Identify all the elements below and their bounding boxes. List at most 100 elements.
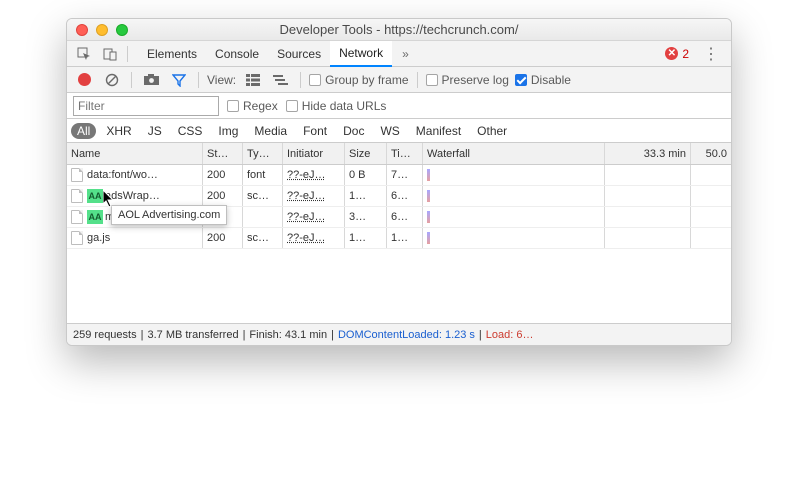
disable-cache-label: Disable	[531, 73, 571, 87]
cell-waterfall	[423, 207, 605, 227]
file-icon	[71, 168, 83, 182]
separator	[417, 72, 418, 88]
error-icon: ✕	[665, 47, 678, 60]
table-row[interactable]: ga.js 200 sc… ??-eJ… 1… 1…	[67, 228, 731, 249]
regex-label: Regex	[243, 99, 278, 113]
cell-initiator[interactable]: ??-eJ…	[287, 169, 326, 181]
table-row[interactable]: AA adsWrap… 200 sc… ??-eJ… 1… 6…	[67, 186, 731, 207]
settings-menu-button[interactable]: ⋮	[697, 44, 725, 64]
overview-icon[interactable]	[270, 69, 292, 91]
col-name[interactable]: Name	[67, 143, 203, 164]
type-xhr[interactable]: XHR	[100, 123, 137, 139]
tabs-overflow-button[interactable]: »	[396, 47, 415, 61]
type-other[interactable]: Other	[471, 123, 513, 139]
file-icon	[71, 189, 83, 203]
record-icon	[78, 73, 91, 86]
record-button[interactable]	[73, 69, 95, 91]
col-waterfall-px: 50.0	[691, 143, 731, 164]
col-type[interactable]: Ty…	[243, 143, 283, 164]
separator	[300, 72, 301, 88]
tab-console[interactable]: Console	[206, 41, 268, 67]
table-row[interactable]: data:font/wo… 200 font ??-eJ… 0 B 7…	[67, 165, 731, 186]
cell-waterfall	[423, 186, 605, 206]
type-doc[interactable]: Doc	[337, 123, 370, 139]
cell-status: 200	[203, 228, 243, 248]
col-time[interactable]: Ti…	[387, 143, 423, 164]
cell-initiator[interactable]: ??-eJ…	[287, 232, 326, 244]
col-waterfall-time: 33.3 min	[605, 143, 691, 164]
close-window-button[interactable]	[76, 24, 88, 36]
type-all[interactable]: All	[71, 123, 96, 139]
table-row[interactable]: AA m ??-eJ… 3… 6… AOL Advertising.com	[67, 207, 731, 228]
extension-badge-icon: AA	[87, 189, 103, 203]
cell-size: 3…	[345, 207, 387, 227]
cell-size: 0 B	[345, 165, 387, 185]
window-controls	[67, 24, 128, 36]
cell-type: sc…	[243, 228, 283, 248]
large-rows-icon[interactable]	[242, 69, 264, 91]
tab-sources[interactable]: Sources	[268, 41, 330, 67]
col-initiator[interactable]: Initiator	[283, 143, 345, 164]
hide-data-urls-label: Hide data URLs	[302, 99, 387, 113]
cell-time: 7…	[387, 165, 423, 185]
cell-size: 1…	[345, 186, 387, 206]
type-img[interactable]: Img	[212, 123, 244, 139]
type-font[interactable]: Font	[297, 123, 333, 139]
preserve-log-checkbox[interactable]: Preserve log	[426, 73, 509, 87]
filter-toggle-icon[interactable]	[168, 69, 190, 91]
filter-bar: Regex Hide data URLs	[67, 93, 731, 119]
file-icon	[71, 231, 83, 245]
mouse-cursor-icon	[103, 190, 115, 208]
cell-initiator[interactable]: ??-eJ…	[287, 211, 326, 223]
type-media[interactable]: Media	[248, 123, 293, 139]
status-transferred: 3.7 MB transferred	[147, 329, 238, 341]
cell-time: 6…	[387, 186, 423, 206]
cell-initiator[interactable]: ??-eJ…	[287, 190, 326, 202]
error-count-badge[interactable]: ✕ 2	[661, 47, 693, 61]
separator	[127, 46, 128, 62]
extension-badge-icon: AA	[87, 210, 103, 224]
cell-status: 200	[203, 165, 243, 185]
type-manifest[interactable]: Manifest	[410, 123, 467, 139]
cell-type: font	[243, 165, 283, 185]
status-domcontentloaded: DOMContentLoaded: 1.23 s	[338, 329, 475, 341]
zoom-window-button[interactable]	[116, 24, 128, 36]
disable-cache-checkbox[interactable]: Disable	[515, 73, 571, 87]
panel-tabs: Elements Console Sources Network	[138, 41, 392, 67]
error-count: 2	[682, 47, 689, 61]
hide-data-urls-checkbox[interactable]: Hide data URLs	[286, 99, 387, 113]
status-load: Load: 6…	[486, 329, 534, 341]
separator	[198, 72, 199, 88]
filter-input[interactable]	[73, 96, 219, 116]
requests-table-header: Name St… Ty… Initiator Size Ti… Waterfal…	[67, 143, 731, 165]
cell-status: 200	[203, 186, 243, 206]
cell-type: sc…	[243, 186, 283, 206]
tab-elements[interactable]: Elements	[138, 41, 206, 67]
device-toolbar-icon[interactable]	[99, 43, 121, 65]
titlebar: Developer Tools - https://techcrunch.com…	[67, 19, 731, 41]
network-toolbar: View: Group by frame Preserve log Disabl…	[67, 67, 731, 93]
tab-network[interactable]: Network	[330, 41, 392, 67]
minimize-window-button[interactable]	[96, 24, 108, 36]
inspect-element-icon[interactable]	[73, 43, 95, 65]
type-js[interactable]: JS	[142, 123, 168, 139]
type-ws[interactable]: WS	[374, 123, 405, 139]
group-by-frame-checkbox[interactable]: Group by frame	[309, 73, 408, 87]
col-size[interactable]: Size	[345, 143, 387, 164]
regex-checkbox[interactable]: Regex	[227, 99, 278, 113]
file-icon	[71, 210, 83, 224]
separator	[131, 72, 132, 88]
capture-screenshots-icon[interactable]	[140, 69, 162, 91]
type-css[interactable]: CSS	[172, 123, 209, 139]
cell-waterfall	[423, 165, 605, 185]
clear-button[interactable]	[101, 69, 123, 91]
cell-size: 1…	[345, 228, 387, 248]
col-status[interactable]: St…	[203, 143, 243, 164]
cell-type	[243, 207, 283, 227]
status-bar: 259 requests | 3.7 MB transferred | Fini…	[67, 323, 731, 345]
request-name: data:font/wo…	[87, 169, 158, 181]
cell-time: 6…	[387, 207, 423, 227]
col-waterfall[interactable]: Waterfall	[423, 143, 605, 164]
group-by-frame-label: Group by frame	[325, 73, 408, 87]
devtools-window: Developer Tools - https://techcrunch.com…	[66, 18, 732, 346]
